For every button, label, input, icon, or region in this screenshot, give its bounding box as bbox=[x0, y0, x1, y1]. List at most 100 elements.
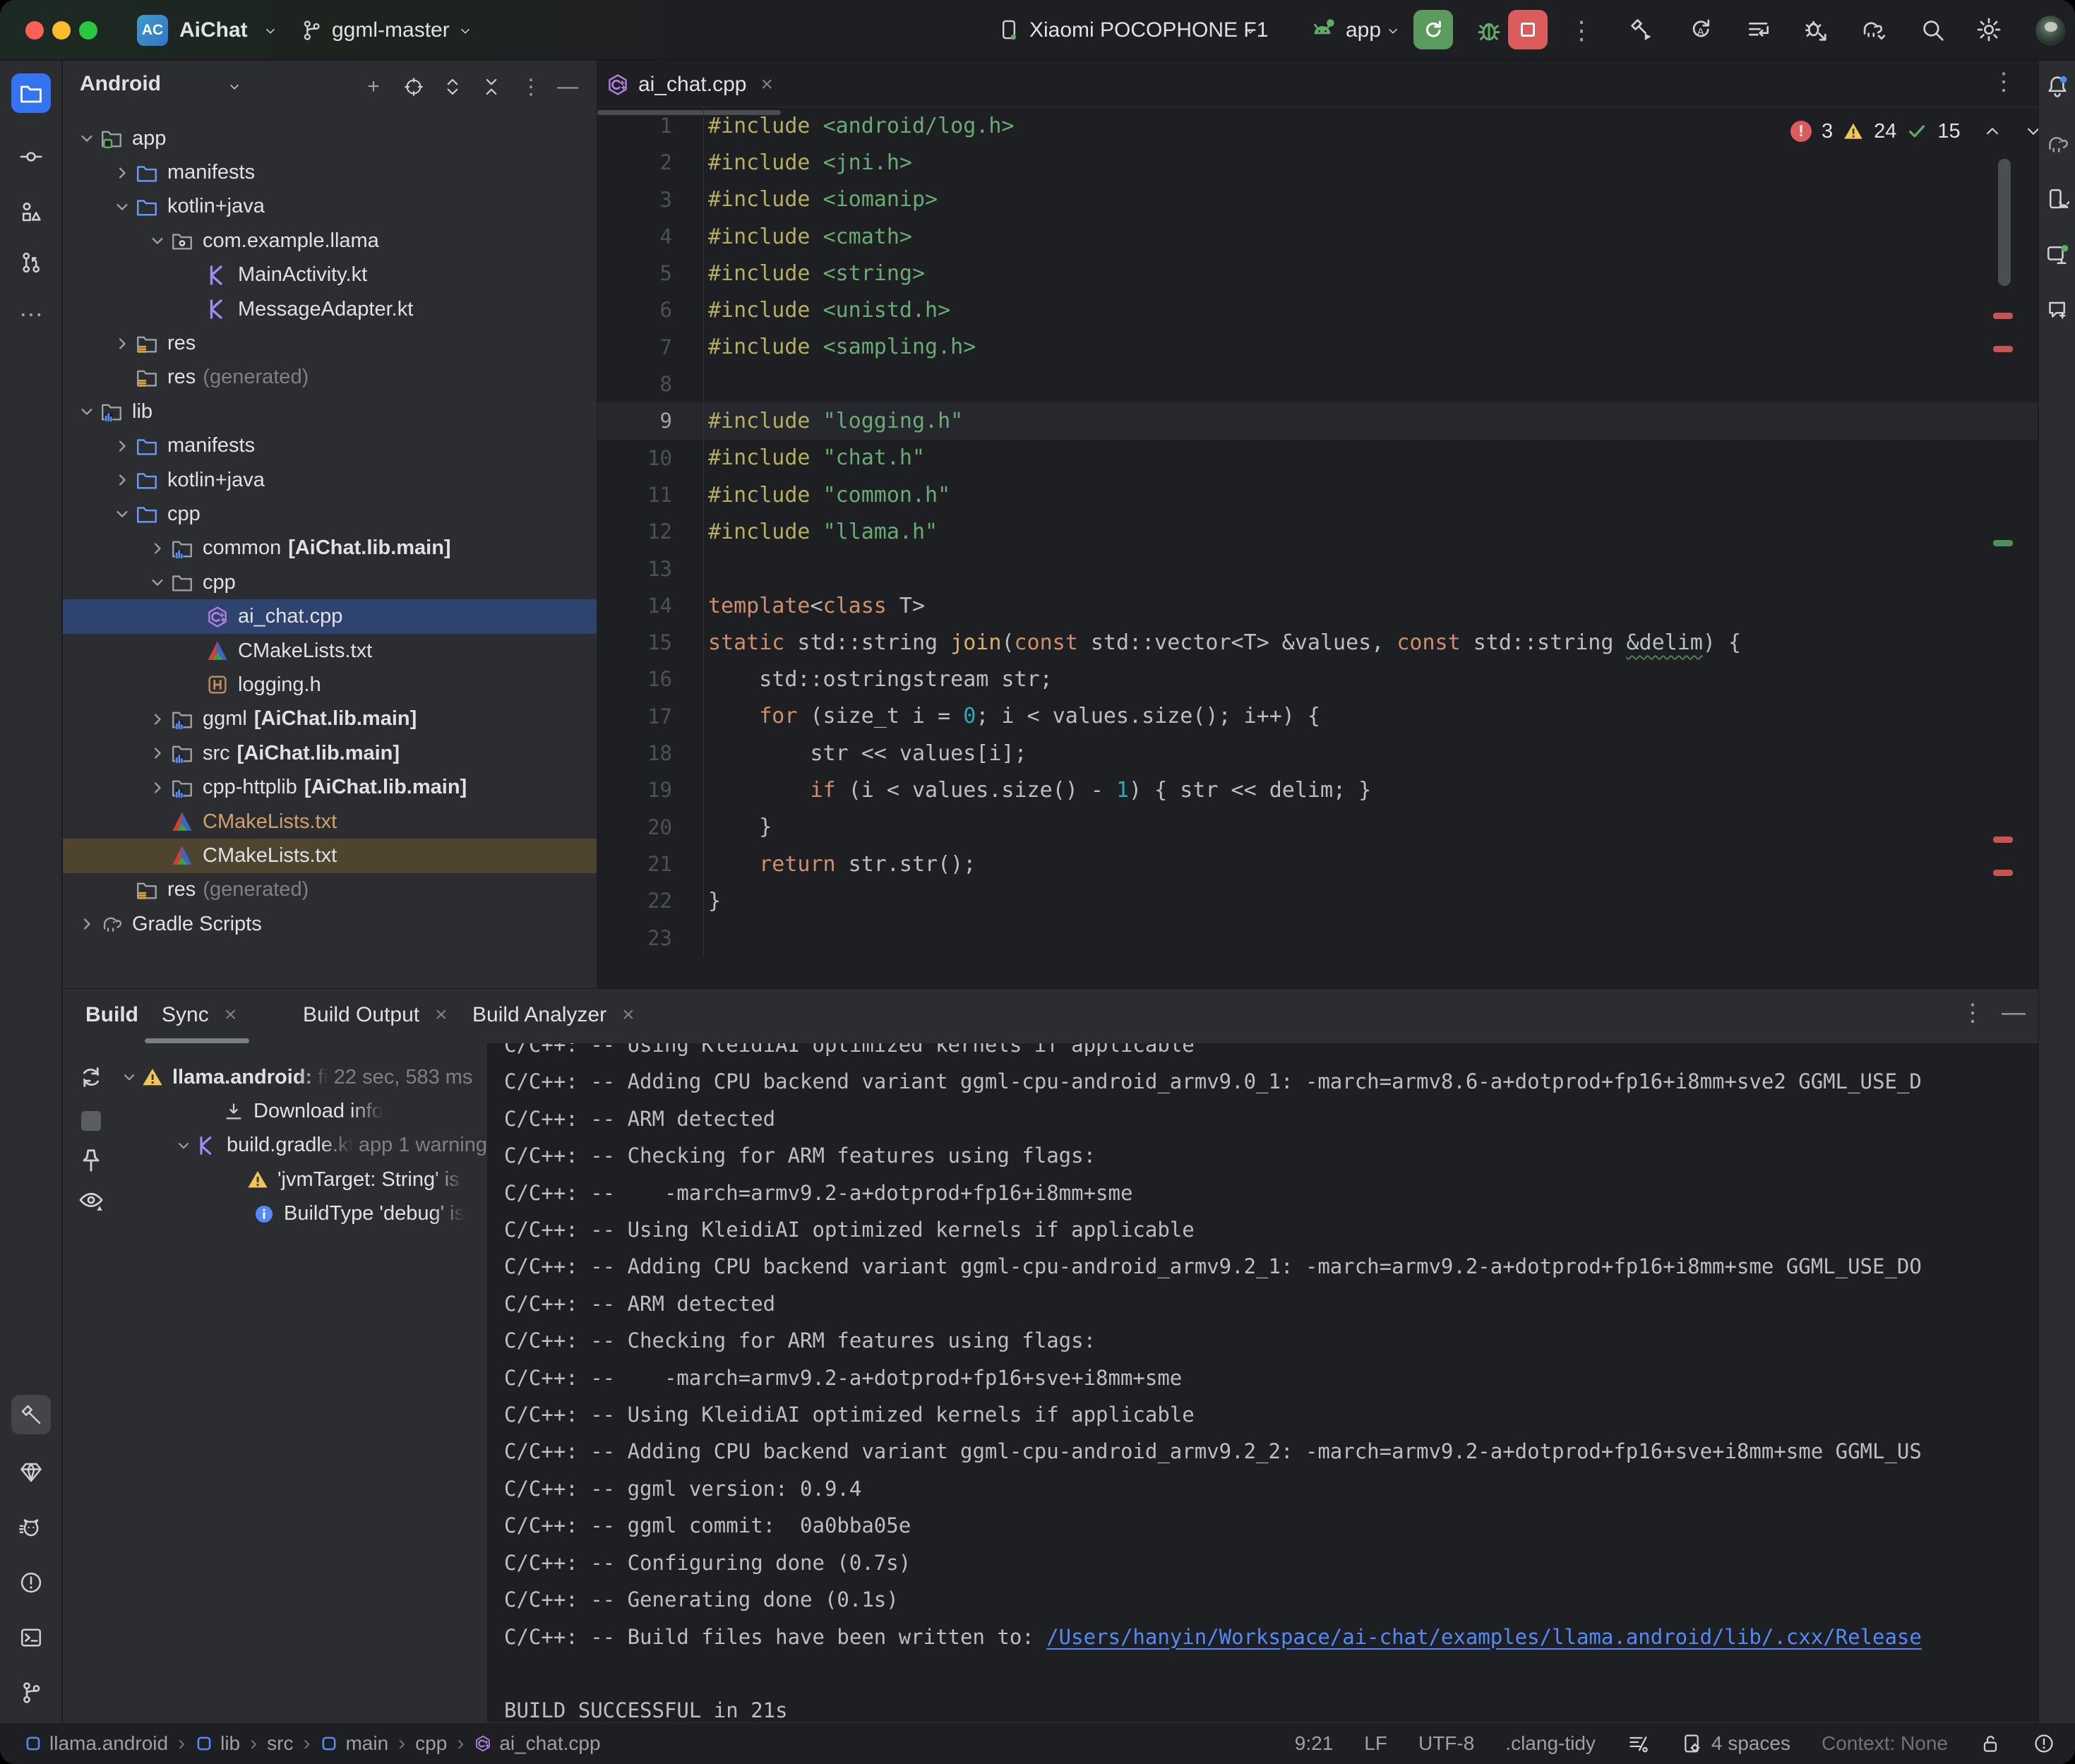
code-line-15[interactable]: 15static std::string join(const std::vec… bbox=[597, 624, 2038, 661]
resource-manager-button[interactable] bbox=[11, 192, 51, 232]
tab-build-analyzer[interactable]: Build Analyzer× bbox=[472, 1003, 635, 1027]
code-line-18[interactable]: 18 str << values[i]; bbox=[597, 735, 2038, 772]
tree-chevron-icon[interactable] bbox=[145, 743, 170, 763]
tree-item-cmakelists-txt[interactable]: CMakeLists.txt bbox=[63, 634, 597, 668]
error-stripe-mark[interactable] bbox=[1993, 346, 2013, 352]
breadcrumb-item-cpp[interactable]: cpp bbox=[415, 1732, 447, 1755]
error-stripe-mark[interactable] bbox=[1993, 870, 2013, 876]
app-quality-button[interactable] bbox=[11, 1453, 51, 1492]
tree-item-manifests[interactable]: manifests bbox=[63, 429, 597, 463]
build-console[interactable]: C/C++: -- Using KleidiAI optimized kerne… bbox=[487, 1043, 2038, 1722]
tree-item-cpp[interactable]: cpp bbox=[63, 565, 597, 599]
run-more-kebab-icon[interactable]: ⋮ bbox=[1569, 16, 1594, 45]
tree-chevron-icon[interactable] bbox=[145, 778, 170, 798]
refresh-icon[interactable] bbox=[77, 1063, 105, 1091]
tree-chevron-icon[interactable] bbox=[109, 470, 135, 490]
run-config-selector[interactable]: app bbox=[1346, 0, 1381, 60]
build-tree-item[interactable]: BuildType 'debug' is both de bbox=[106, 1197, 487, 1231]
editor-kebab-icon[interactable]: ⋮ bbox=[1992, 68, 2016, 96]
code-line-9[interactable]: 9#include "logging.h" bbox=[597, 402, 2038, 439]
code-line-20[interactable]: 20 } bbox=[597, 809, 2038, 846]
tree-item-ggml[interactable]: ggml[AiChat.lib.main] bbox=[63, 702, 597, 736]
code-line-23[interactable]: 23 bbox=[597, 920, 2038, 956]
code-line-7[interactable]: 7#include <sampling.h> bbox=[597, 329, 2038, 366]
code-line-5[interactable]: 5#include <string> bbox=[597, 255, 2038, 292]
tree-chevron-icon[interactable] bbox=[109, 436, 135, 456]
build-tree-item[interactable]: 'jvmTarget: String' is deprec bbox=[106, 1163, 487, 1196]
project-view-selector[interactable]: Android bbox=[80, 72, 161, 96]
code-line-2[interactable]: 2#include <jni.h> bbox=[597, 144, 2038, 181]
linter[interactable]: .clang-tidy bbox=[1505, 1732, 1596, 1755]
zoom-window-button[interactable] bbox=[79, 21, 97, 40]
problem-circle-icon[interactable] bbox=[2033, 1732, 2055, 1755]
build-tool-button[interactable] bbox=[11, 1395, 51, 1434]
tree-chevron-icon[interactable] bbox=[74, 402, 100, 421]
tree-item-app[interactable]: app bbox=[63, 121, 597, 155]
tree-chevron-icon[interactable] bbox=[145, 572, 170, 592]
code-line-3[interactable]: 3#include <iomanip> bbox=[597, 181, 2038, 218]
build-run-icon[interactable] bbox=[1628, 16, 1655, 43]
code-line-4[interactable]: 4#include <cmath> bbox=[597, 218, 2038, 255]
tree-chevron-icon[interactable] bbox=[145, 231, 170, 251]
build-kebab-icon[interactable]: ⋮ bbox=[1961, 999, 1985, 1027]
code-line-14[interactable]: 14template<class T> bbox=[597, 587, 2038, 624]
tree-chevron-icon[interactable] bbox=[109, 163, 135, 183]
close-icon[interactable]: × bbox=[622, 1003, 635, 1026]
filter-eye-icon[interactable] bbox=[77, 1186, 105, 1214]
close-icon[interactable]: × bbox=[760, 73, 773, 97]
problems-button[interactable] bbox=[11, 1563, 51, 1602]
locate-icon[interactable] bbox=[403, 76, 424, 97]
context-setting[interactable]: Context: None bbox=[1822, 1732, 1948, 1755]
breadcrumb-item-lib[interactable]: lib bbox=[195, 1732, 240, 1755]
tree-chevron-icon[interactable] bbox=[74, 914, 100, 934]
tree-item-lib[interactable]: lib bbox=[63, 395, 597, 428]
tree-item-kotlin-java[interactable]: kotlin+java bbox=[63, 190, 597, 224]
error-stripe-mark[interactable] bbox=[1993, 836, 2013, 843]
tree-chevron-icon[interactable] bbox=[145, 539, 170, 558]
code-line-13[interactable]: 13 bbox=[597, 551, 2038, 587]
tree-chevron-icon[interactable] bbox=[74, 128, 100, 148]
code-line-12[interactable]: 12#include "llama.h" bbox=[597, 513, 2038, 550]
close-window-button[interactable] bbox=[25, 21, 44, 40]
breadcrumb-item-main[interactable]: main bbox=[320, 1732, 388, 1755]
tab-sync[interactable]: Sync× bbox=[162, 1003, 237, 1027]
unlock-icon[interactable] bbox=[1979, 1732, 2002, 1755]
tree-item-mainactivity-kt[interactable]: MainActivity.kt bbox=[63, 258, 597, 292]
error-stripe-mark[interactable] bbox=[1993, 313, 2013, 319]
build-output-link[interactable]: /Users/hanyin/Workspace/ai-chat/examples… bbox=[1046, 1625, 1922, 1649]
code-line-6[interactable]: 6#include <unistd.h> bbox=[597, 292, 2038, 328]
code-line-1[interactable]: 1#include <android/log.h> bbox=[597, 107, 2038, 144]
settings-icon[interactable] bbox=[1975, 16, 2002, 43]
tree-item-ai-chat-cpp[interactable]: ai_chat.cpp bbox=[63, 599, 597, 633]
avatar[interactable] bbox=[2035, 16, 2065, 45]
attach-debugger-icon[interactable] bbox=[1802, 16, 1829, 43]
breadcrumb-item-ai-chat-cpp[interactable]: ai_chat.cpp bbox=[474, 1732, 600, 1755]
rerun-button[interactable] bbox=[1413, 10, 1453, 49]
device-manager-button[interactable] bbox=[2038, 179, 2075, 219]
pin-icon[interactable] bbox=[77, 1146, 105, 1175]
indent-setting[interactable]: 4 spaces bbox=[1711, 1732, 1790, 1755]
tree-chevron-icon[interactable] bbox=[109, 197, 135, 217]
device-selector[interactable]: Xiaomi POCOPHONE F1 bbox=[1029, 0, 1268, 60]
expand-all-icon[interactable] bbox=[442, 76, 463, 97]
code-line-8[interactable]: 8 bbox=[597, 366, 2038, 402]
tree-item-kotlin-java[interactable]: kotlin+java bbox=[63, 463, 597, 497]
tree-chevron-icon[interactable] bbox=[117, 1068, 141, 1086]
code-line-10[interactable]: 10#include "chat.h" bbox=[597, 440, 2038, 476]
tree-item-src[interactable]: src[AiChat.lib.main] bbox=[63, 736, 597, 770]
gradle-sync-icon[interactable] bbox=[1860, 16, 1886, 43]
gradle-tool-button[interactable] bbox=[2038, 124, 2075, 164]
search-icon[interactable] bbox=[1919, 16, 1946, 43]
close-icon[interactable]: × bbox=[435, 1003, 448, 1026]
add-icon[interactable]: + bbox=[363, 76, 384, 97]
breadcrumb-item-llama-android[interactable]: llama.android bbox=[24, 1732, 168, 1755]
code-line-19[interactable]: 19 if (i < values.size() - 1) { str << d… bbox=[597, 772, 2038, 808]
debug-button[interactable] bbox=[1474, 16, 1504, 45]
stop-button[interactable] bbox=[1508, 10, 1548, 49]
stop-square-icon[interactable] bbox=[81, 1111, 101, 1131]
hide-panel-icon[interactable]: — bbox=[557, 76, 578, 97]
code-line-22[interactable]: 22} bbox=[597, 882, 2038, 919]
running-devices-button[interactable] bbox=[2038, 234, 2075, 274]
more-tool-windows-button[interactable]: ⋯ bbox=[11, 295, 51, 335]
build-minimize-icon[interactable]: — bbox=[2002, 999, 2026, 1026]
